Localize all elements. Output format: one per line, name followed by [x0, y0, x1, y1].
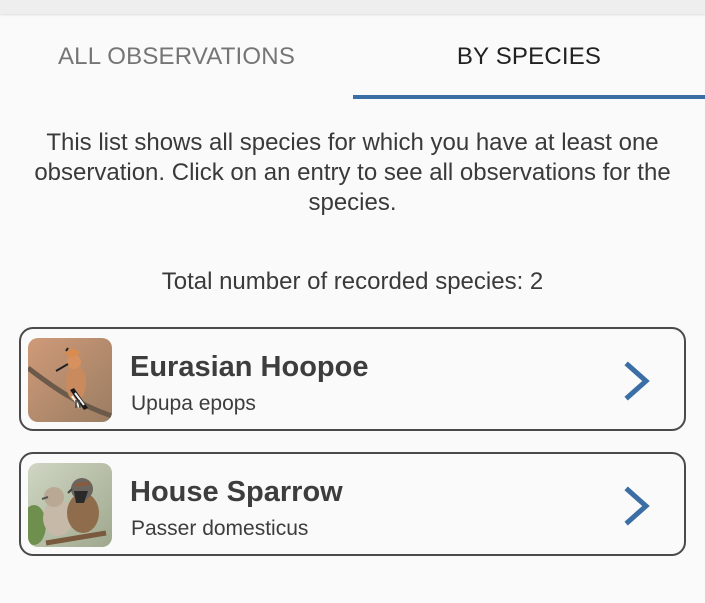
species-latin-name: Upupa epops: [131, 392, 256, 415]
species-card-eurasian-hoopoe[interactable]: Eurasian Hoopoe Upupa epops: [19, 327, 686, 431]
species-common-name: House Sparrow: [130, 476, 343, 508]
tab-by-species[interactable]: BY SPECIES: [353, 14, 705, 100]
tab-all-observations[interactable]: ALL OBSERVATIONS: [0, 14, 353, 100]
intro-text: This list shows all species for which yo…: [34, 129, 671, 216]
species-latin-name: Passer domesticus: [131, 517, 309, 540]
species-card-house-sparrow[interactable]: House Sparrow Passer domesticus: [19, 452, 686, 556]
app-top-bar: [0, 0, 705, 14]
sparrow-thumbnail: [28, 463, 112, 547]
total-species-count: Total number of recorded species: 2: [161, 268, 544, 295]
chevron-right-icon: [624, 486, 650, 526]
species-common-name: Eurasian Hoopoe: [130, 351, 369, 383]
selected-tab-indicator: [353, 95, 705, 99]
tab-bar: ALL OBSERVATIONS BY SPECIES: [0, 14, 705, 100]
chevron-right-icon: [624, 361, 650, 401]
hoopoe-thumbnail: [28, 338, 112, 422]
